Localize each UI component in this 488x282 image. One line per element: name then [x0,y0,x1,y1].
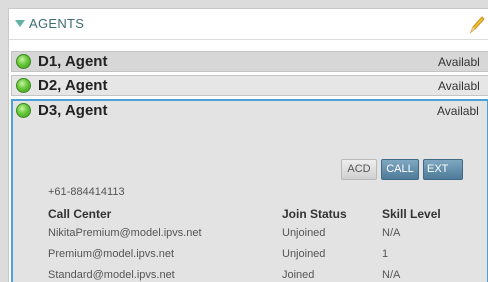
agent-row-d3-expanded[interactable]: D3, Agent Availabl ACD CALL EXT +61-8844… [11,99,488,282]
join-status-cell: Joined [282,269,315,281]
acd-button[interactable]: ACD [341,159,377,180]
pencil-icon[interactable] [467,13,487,35]
agent-status: Availabl [438,79,480,93]
call-center-cell: Premium@model.ipvs.net [48,248,175,260]
available-status-icon [16,78,31,93]
column-header-join-status: Join Status [282,207,347,221]
agent-status: Availabl [437,104,479,118]
join-status-cell: Unjoined [282,248,326,260]
panel-title: AGENTS [29,16,85,31]
call-center-cell: NikitaPremium@model.ipvs.net [48,227,202,239]
agent-name: D1, Agent [38,53,108,70]
agent-name: D2, Agent [38,77,108,94]
agent-row-d1[interactable]: D1, Agent Availabl [11,51,488,72]
ext-button[interactable]: EXT [423,159,463,180]
column-header-call-center: Call Center [48,207,112,221]
skill-level-cell: N/A [382,269,401,281]
agent-name: D3, Agent [38,102,108,119]
available-status-icon [16,54,31,69]
available-status-icon [16,103,31,118]
skill-level-cell: 1 [382,248,389,260]
panel-header: AGENTS [9,9,488,40]
agent-row-d2[interactable]: D2, Agent Availabl [11,75,488,96]
call-button[interactable]: CALL [381,159,419,180]
agent-status: Availabl [438,55,480,69]
collapse-triangle-icon[interactable] [15,20,25,27]
call-center-cell: Standard@model.ipvs.net [48,269,175,281]
column-header-skill-level: Skill Level [382,207,441,221]
skill-level-cell: N/A [382,227,401,239]
join-status-cell: Unjoined [282,227,326,239]
agents-panel: AGENTS D1, Agent Availabl D2, Agent Avai… [8,8,488,282]
agent-phone-number: +61-884414113 [48,186,125,198]
